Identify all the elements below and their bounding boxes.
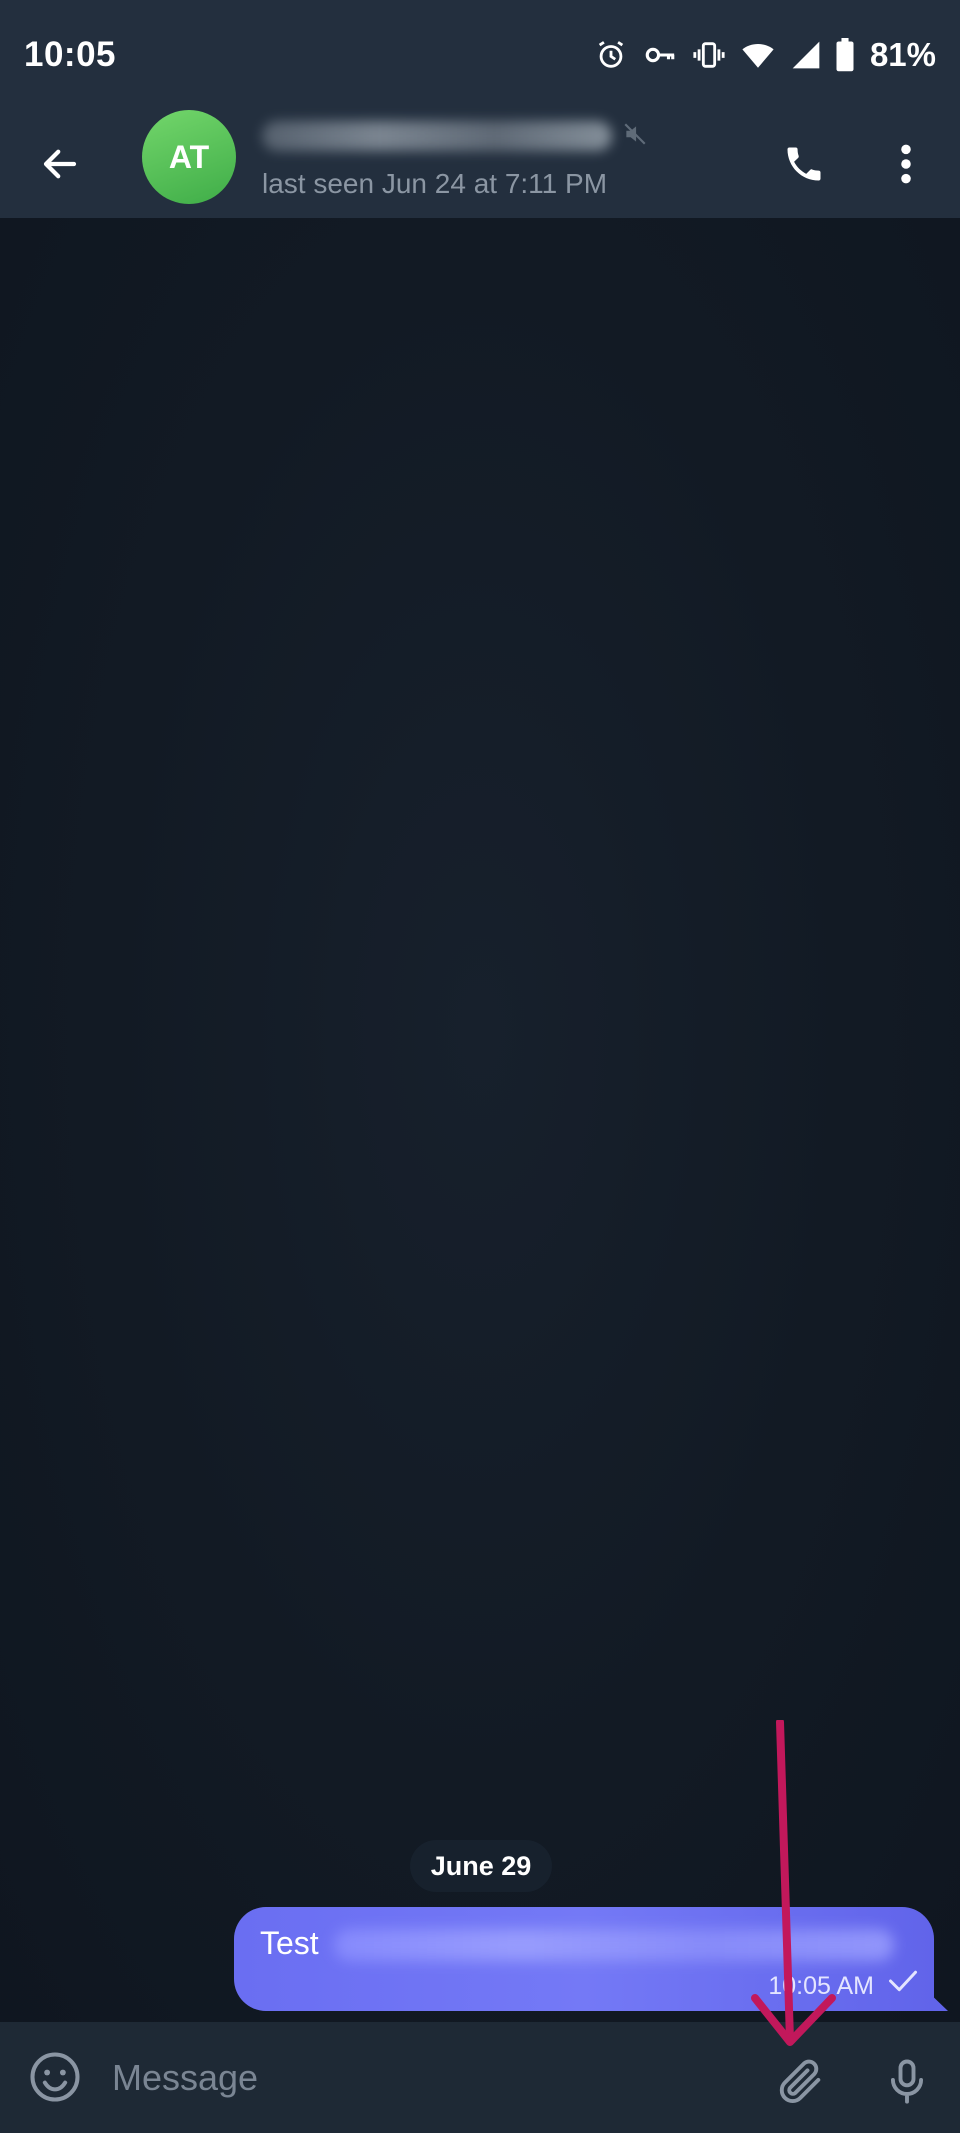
message-text-redacted — [334, 1929, 894, 1961]
more-vertical-icon — [901, 144, 911, 184]
avatar-initials: AT — [168, 138, 210, 175]
status-time: 10:05 — [24, 35, 117, 74]
chat-header: AT last seen Jun 24 at 7:11 PM — [0, 110, 960, 218]
signal-icon — [790, 39, 822, 71]
date-separator: June 29 — [410, 1840, 552, 1892]
battery-percent: 81% — [869, 36, 936, 73]
alarm-icon — [594, 38, 628, 72]
message-list[interactable]: June 29 Test 10:05 AM — [0, 218, 960, 2022]
vibrate-icon — [692, 38, 726, 72]
contact-name — [262, 116, 702, 156]
message-time: 10:05 AM — [768, 1972, 874, 2000]
chat-title[interactable]: last seen Jun 24 at 7:11 PM — [262, 116, 702, 200]
microphone-button[interactable] — [872, 2046, 942, 2116]
status-bar: 10:05 81% — [0, 0, 960, 110]
phone-icon — [787, 147, 821, 181]
last-seen-status: last seen Jun 24 at 7:11 PM — [262, 168, 608, 199]
message-input[interactable] — [110, 2042, 754, 2114]
attach-button[interactable] — [766, 2046, 836, 2116]
muted-speaker-icon — [622, 121, 648, 152]
microphone-icon — [890, 2059, 924, 2104]
check-icon — [888, 1968, 918, 1999]
back-button[interactable] — [30, 134, 90, 194]
avatar[interactable]: AT — [142, 110, 236, 204]
outgoing-message-bubble[interactable]: Test 10:05 AM — [234, 1907, 934, 2011]
message-text: Test — [260, 1925, 319, 1961]
more-options-button[interactable] — [874, 132, 938, 196]
wifi-icon — [740, 38, 776, 72]
paperclip-icon — [779, 2059, 821, 2104]
contact-name-redacted — [262, 121, 612, 151]
status-icons: 81% — [594, 36, 936, 74]
emoji-icon — [30, 2052, 80, 2102]
vpn-key-icon — [642, 38, 678, 72]
arrow-back-icon — [43, 149, 77, 179]
emoji-button[interactable] — [28, 2050, 92, 2114]
composer-bar — [0, 2022, 960, 2133]
call-button[interactable] — [772, 132, 836, 196]
battery-icon — [836, 38, 854, 72]
